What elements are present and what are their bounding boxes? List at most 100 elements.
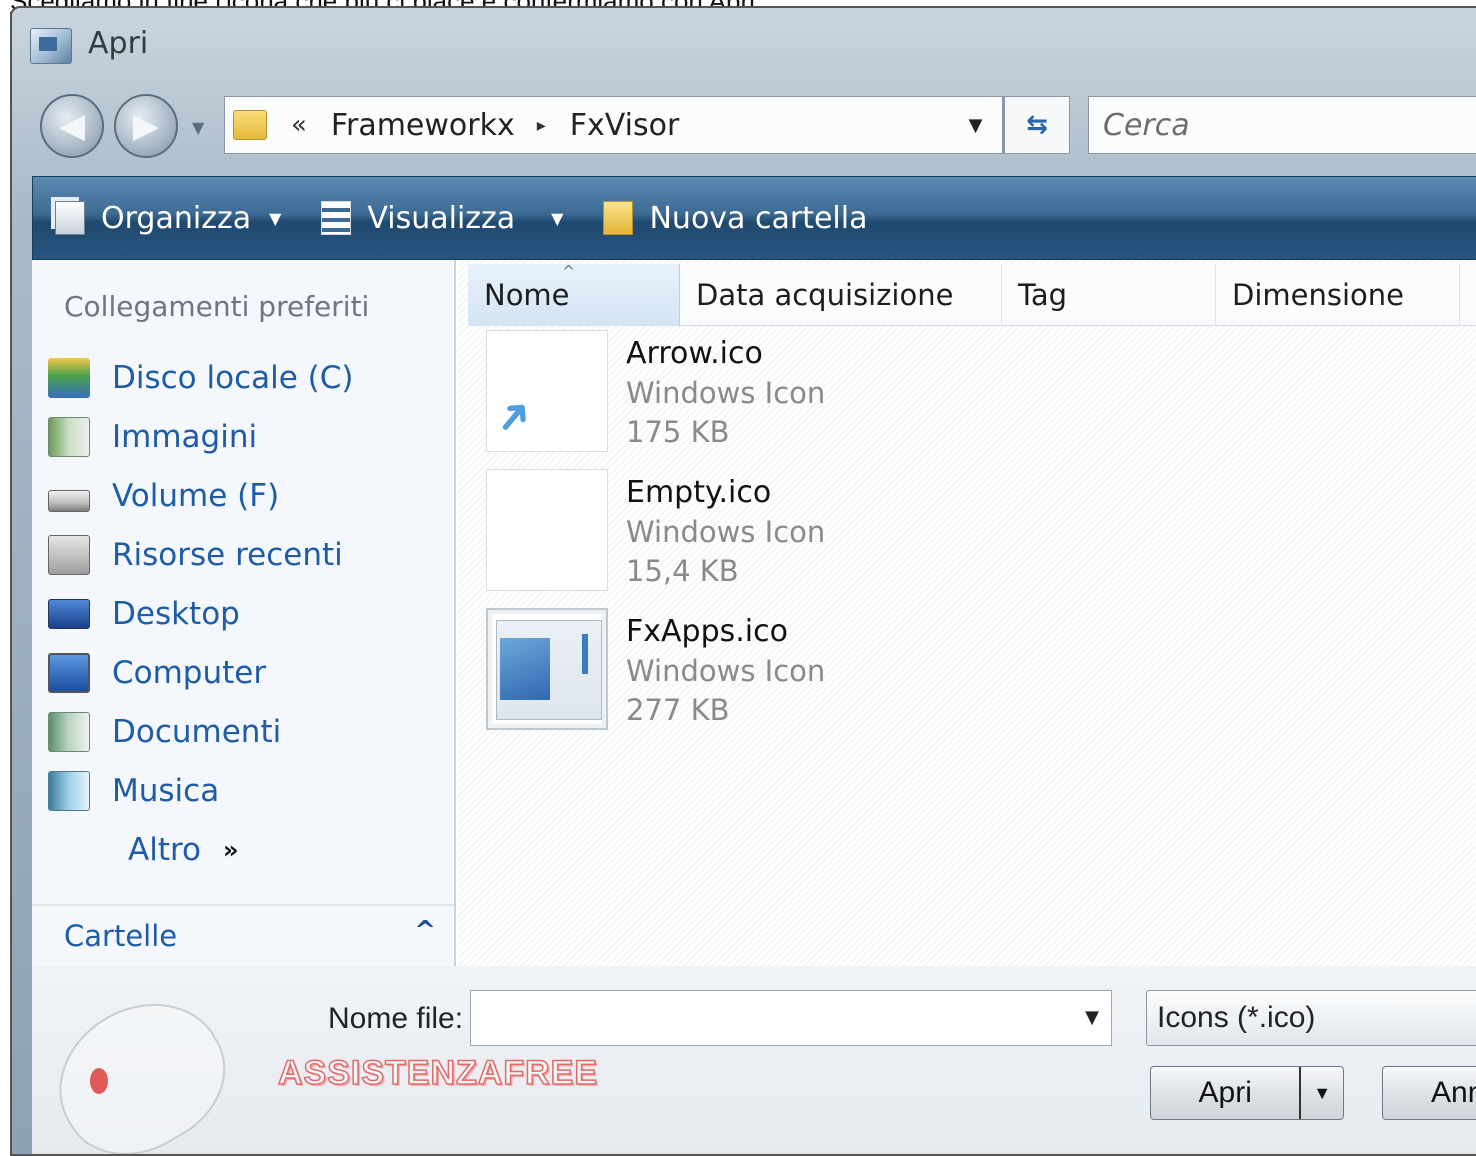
file-name: Empty.ico [626,475,772,510]
search-input[interactable] [1103,107,1476,143]
sidebar-item-label: Immagini [112,418,258,455]
cancel-button-label: Annulla [1431,1076,1476,1109]
local-disk-icon [48,357,90,398]
command-toolbar: Organizza ▼ Visualizza ▼ Nuova cartella [32,176,1476,260]
desktop-icon [48,598,90,629]
file-item-empty[interactable]: Empty.ico Windows Icon 15,4 KB [486,469,825,608]
sidebar-item-local-disk[interactable]: Disco locale (C) [48,348,354,407]
sidebar-item-recent[interactable]: Risorse recenti [48,525,354,584]
column-header-label: Nome [484,278,570,312]
refresh-button[interactable]: ⇆ [1004,96,1070,154]
file-size: 175 KB [626,415,730,449]
forward-button[interactable]: ▶ [114,94,178,158]
views-button[interactable]: Visualizza ▼ [321,201,563,236]
sidebar-item-label: Musica [112,772,220,809]
cancel-button[interactable]: Annulla [1382,1066,1476,1120]
title-bar: Apri [12,8,1476,78]
open-button[interactable]: Apri ▼ [1150,1066,1344,1120]
folders-section[interactable]: Cartelle ^ [32,904,454,966]
file-size: 15,4 KB [626,554,739,588]
sidebar-item-label: Disco locale (C) [112,359,354,396]
window-title: Apri [88,26,149,61]
column-header-tag[interactable]: Tag [1002,264,1216,326]
sidebar-item-label: Risorse recenti [112,536,343,573]
address-dropdown-button[interactable]: ▼ [949,97,1003,153]
sidebar-more-button[interactable]: Altro » [48,820,354,879]
column-header-name[interactable]: ^ Nome [468,262,680,326]
breadcrumb-fxvisor[interactable]: FxVisor [570,108,680,143]
column-header-date[interactable]: Data acquisizione [680,264,1002,326]
fxapps-thumbnail [486,608,608,730]
breadcrumb-separator-icon[interactable]: ▸ [537,115,546,136]
sidebar-item-label: Computer [112,654,267,691]
filename-combobox[interactable]: ▼ [470,990,1112,1046]
chevron-down-icon: ▼ [1313,1082,1332,1103]
refresh-icon: ⇆ [1026,110,1048,140]
logo-dot [90,1068,108,1094]
file-type: Windows Icon [626,376,826,410]
file-name: FxApps.ico [626,614,788,649]
file-name: Arrow.ico [626,336,763,371]
mouse-logo-icon [32,974,250,1154]
views-label: Visualizza [367,200,516,236]
sidebar-item-label: Volume (F) [112,477,280,514]
music-icon [48,770,90,811]
documents-icon [48,711,90,752]
file-list-pane: ^ Nome Data acquisizione Tag Dimensione [458,260,1476,966]
breadcrumb-overflow-button[interactable]: « [291,110,307,140]
file-meta: FxApps.ico Windows Icon 277 KB [626,612,825,747]
views-icon [321,201,352,235]
sort-ascending-icon: ^ [562,262,576,281]
breadcrumb-frameworkx[interactable]: Frameworkx [331,108,515,143]
computer-icon [48,652,90,693]
file-type: Windows Icon [626,654,826,688]
column-header-size[interactable]: Dimensione [1216,264,1460,326]
file-item-arrow[interactable]: Arrow.ico Windows Icon 175 KB [486,330,825,469]
filename-label: Nome file: [328,1002,464,1035]
thumbnail-detail [582,634,588,674]
search-box[interactable] [1088,96,1476,154]
chevron-down-icon[interactable]: ▼ [1085,1007,1099,1028]
chevron-up-icon[interactable]: ^ [414,916,436,946]
file-item-fxapps[interactable]: FxApps.ico Windows Icon 277 KB [486,608,825,747]
sidebar-item-desktop[interactable]: Desktop [48,584,354,643]
dialog-footer: ASSISTENZAFREE Nome file: ▼ Icons (*.ico… [32,966,1476,1154]
sidebar-item-documents[interactable]: Documenti [48,702,354,761]
file-list: Arrow.ico Windows Icon 175 KB Empty.ico … [486,330,825,747]
column-header-row: ^ Nome Data acquisizione Tag Dimensione [468,262,1476,326]
empty-thumbnail [486,469,608,591]
sidebar-item-music[interactable]: Musica [48,761,354,820]
filename-input[interactable] [471,991,1051,1045]
sidebar-item-label: Documenti [112,713,282,750]
chevron-down-icon: ▼ [551,208,564,228]
favorites-list: Disco locale (C) Immagini Volume (F) Ris… [48,348,354,879]
folders-label: Cartelle [64,919,178,953]
drive-icon [48,489,90,512]
new-folder-label: Nuova cartella [649,200,868,236]
filetype-select[interactable]: Icons (*.ico) [1146,990,1476,1046]
sidebar-more-label: Altro [128,831,202,868]
address-bar[interactable]: « Frameworkx ▸ FxVisor ▼ [224,96,1004,154]
back-button[interactable]: ◀ [40,94,104,158]
new-folder-button[interactable]: Nuova cartella [603,201,867,236]
organize-icon [55,201,85,235]
navigation-pane: Collegamenti preferiti Disco locale (C) … [32,260,456,966]
column-header-label: Tag [1018,278,1068,312]
sidebar-item-pictures[interactable]: Immagini [48,407,354,466]
file-type: Windows Icon [626,515,826,549]
watermark-text: ASSISTENZAFREE [277,1053,599,1093]
folder-icon [233,110,267,140]
sidebar-item-label: Desktop [112,595,240,632]
sidebar-item-computer[interactable]: Computer [48,643,354,702]
open-options-dropdown[interactable]: ▼ [1299,1067,1343,1119]
navigation-bar: ◀ ▶ ▼ « Frameworkx ▸ FxVisor ▼ ⇆ [12,78,1476,178]
dialog-icon [30,28,72,64]
organize-button[interactable]: Organizza ▼ [55,201,281,236]
file-size: 277 KB [626,693,730,727]
back-arrow-icon: ◀ [58,106,86,146]
new-folder-icon [603,201,634,235]
recent-pages-dropdown[interactable]: ▼ [192,118,204,137]
sidebar-item-volume[interactable]: Volume (F) [48,466,354,525]
double-chevron-right-icon: » [223,835,239,864]
chevron-down-icon: ▼ [968,114,983,136]
